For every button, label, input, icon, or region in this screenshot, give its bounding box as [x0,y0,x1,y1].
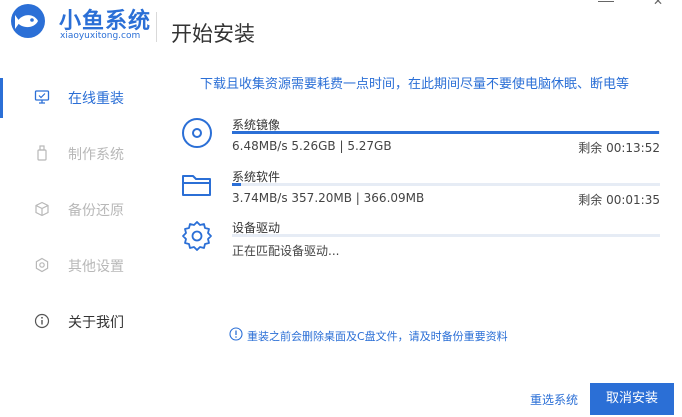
sidebar-item-label: 备份还原 [68,203,124,219]
progress-track [232,131,660,134]
reselect-system-button[interactable]: 重选系统 [526,388,582,412]
task-remaining: 剩余 00:01:35 [578,193,660,207]
progress-track [232,183,660,186]
sidebar-item-label: 关于我们 [68,315,124,331]
settings-icon [35,257,49,273]
cancel-install-button[interactable]: 取消安装 [590,383,674,415]
sidebar-item-make-system[interactable]: 制作系统 [0,134,170,174]
brand-url: xiaoyuxitong.com [60,31,141,41]
warning-icon [229,327,243,341]
task-speed: 正在匹配设备驱动... [232,244,340,258]
task-speed: 6.48MB/s 5.26GB | 5.27GB [232,139,392,153]
sidebar-item-about-us[interactable]: 关于我们 [0,302,170,342]
task-device-drivers: 设备驱动 正在匹配设备驱动... [180,219,660,269]
sidebar-item-label: 制作系统 [68,147,124,163]
header-divider [156,12,157,42]
sidebar-item-backup-restore[interactable]: 备份还原 [0,190,170,230]
sidebar-item-other-settings[interactable]: 其他设置 [0,246,170,286]
minimize-button[interactable] [598,0,614,2]
info-icon [34,313,50,329]
progress-fill [232,131,660,134]
disc-icon [182,118,212,148]
active-indicator [0,78,3,118]
close-button[interactable]: ✕ [653,0,663,8]
backup-warning: 重装之前会删除桌面及C盘文件，请及时备份重要资料 [247,330,508,343]
sidebar-item-label: 在线重装 [68,91,124,107]
progress-track [232,234,660,237]
progress-fill [232,183,241,186]
download-notice: 下载且收集资源需要耗费一点时间，在此期间尽量不要使电脑休眠、断电等 [200,77,630,92]
page-title: 开始安装 [171,22,255,46]
task-remaining: 剩余 00:13:52 [578,141,660,155]
usb-icon [37,145,47,161]
gear-icon [182,221,212,251]
task-system-software: 系统软件 3.74MB/s 357.20MB | 366.09MB 剩余 00:… [180,168,660,218]
sidebar-item-label: 其他设置 [68,259,124,275]
sidebar-item-online-reinstall[interactable]: 在线重装 [0,78,170,118]
folder-icon [182,175,211,196]
app-header: 小鱼系统 xiaoyuxitong.com 开始安装 ✕ [0,0,682,60]
task-system-image: 系统镜像 6.48MB/s 5.26GB | 5.27GB 剩余 00:13:5… [180,116,660,166]
task-speed: 3.74MB/s 357.20MB | 366.09MB [232,191,425,205]
sidebar: 在线重装 制作系统 备份还原 其他设置 关于我们 [0,68,170,368]
monitor-icon [34,90,50,104]
backup-icon [35,201,49,217]
fish-logo-icon [11,4,45,38]
